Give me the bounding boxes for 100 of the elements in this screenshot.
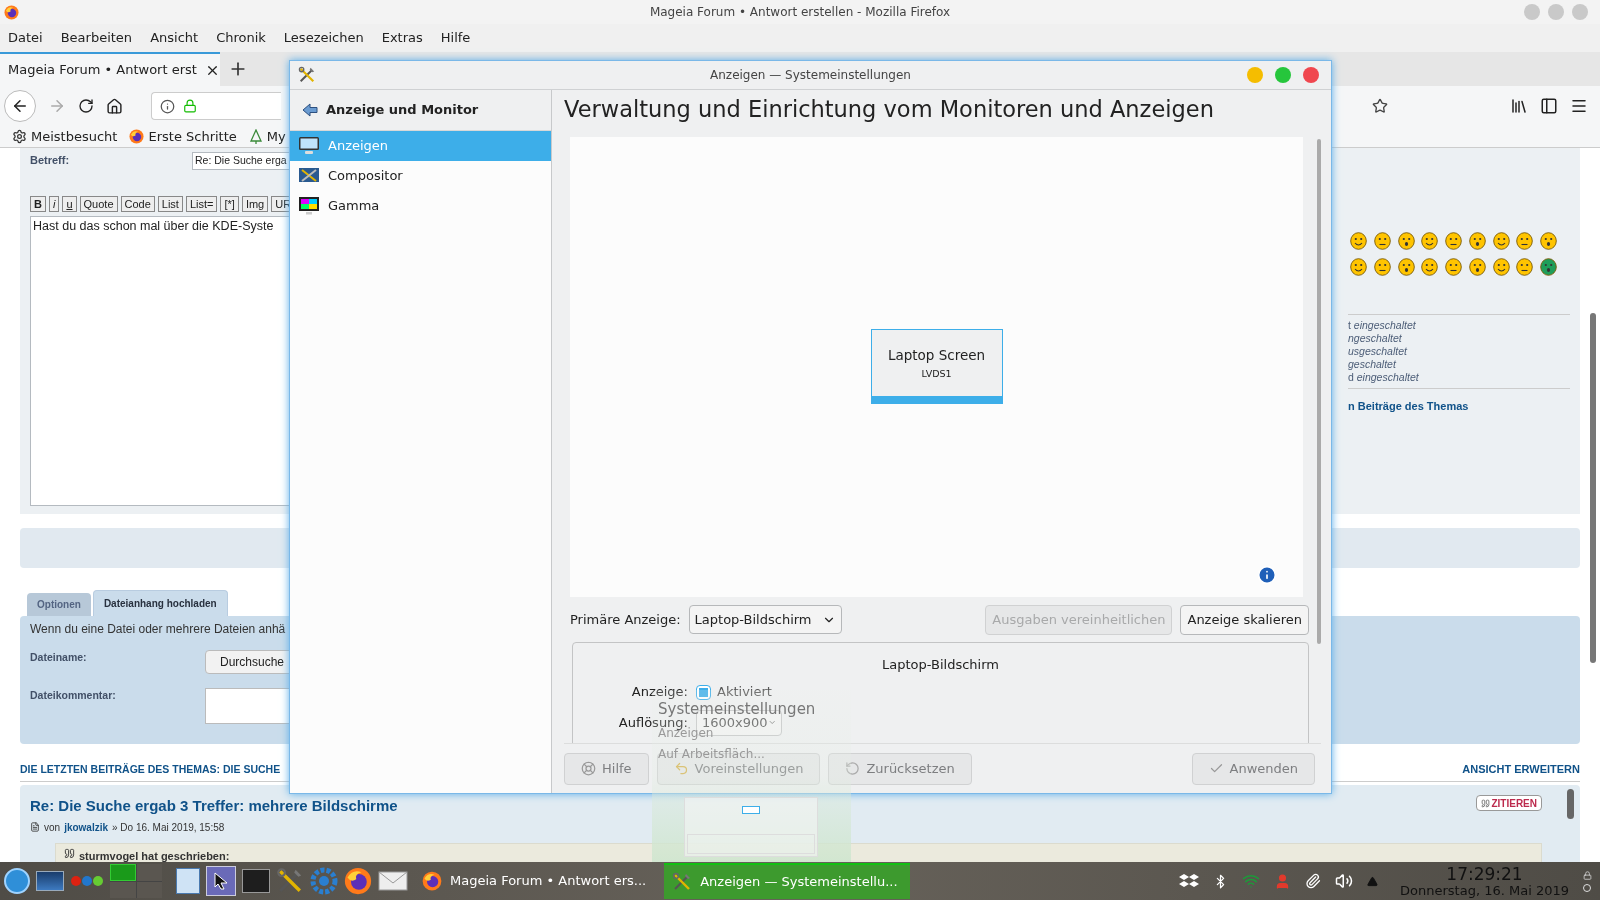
primary-display-select[interactable]: Laptop-Bildschirm <box>688 605 842 635</box>
bookmark-link[interactable]: Meistbesucht <box>12 126 118 147</box>
smiley-icon[interactable] <box>1397 258 1415 276</box>
attachment-hint: Wenn du eine Datei oder mehrere Dateien anhä <box>30 621 286 638</box>
smiley-icon[interactable] <box>1492 232 1510 250</box>
menu-item[interactable]: Chronik <box>216 28 266 48</box>
task-button[interactable]: Mageia Forum • Antwort ers... <box>414 863 659 899</box>
quote-mark-icon <box>1481 798 1491 808</box>
option-text: usgeschaltet <box>1348 345 1409 358</box>
bookmark-link[interactable]: Erste Schritte <box>129 126 237 147</box>
scrollbar-thumb <box>1567 789 1574 819</box>
subject-field[interactable]: Re: Die Suche erga <box>192 152 290 170</box>
option-text: d eingeschaltet <box>1348 371 1420 384</box>
format-button[interactable]: Code <box>120 196 155 212</box>
group-title: Laptop-Bildschirm <box>881 655 1000 674</box>
desktop-icon[interactable] <box>36 871 64 891</box>
sidebar-icon[interactable] <box>1540 97 1558 115</box>
smiley-icon[interactable] <box>1421 258 1439 276</box>
smiley-icon[interactable] <box>1540 232 1558 250</box>
output-connector: LVDS1 <box>921 367 952 382</box>
menu-item[interactable]: Extras <box>381 28 423 48</box>
back-button[interactable] <box>4 90 36 122</box>
format-button[interactable]: Quote <box>79 196 118 212</box>
menu-item[interactable]: Bearbeiten <box>60 28 133 48</box>
terminal-icon[interactable] <box>242 869 270 893</box>
info-icon[interactable] <box>160 98 175 114</box>
panel-tab[interactable]: Dateianhang hochladen <box>92 590 228 616</box>
post-title[interactable]: Re: Die Suche ergab 3 Treffer: mehrere Bildschirme <box>30 795 398 818</box>
menu-item[interactable]: Datei <box>8 28 43 48</box>
sidebar-item[interactable]: Compositor <box>290 161 551 191</box>
lock-icon[interactable] <box>1583 870 1592 880</box>
smiley-icon[interactable] <box>1516 232 1534 250</box>
smiley-icon[interactable] <box>1540 258 1558 276</box>
tree-icon <box>248 129 263 144</box>
section-heading: DIE LETZTEN BEITRÄGE DES THEMAS: DIE SUCHE <box>20 761 281 777</box>
bookmark-link[interactable]: My <box>248 126 286 147</box>
enabled-checkbox[interactable] <box>696 684 711 700</box>
output-tile[interactable]: Laptop Screen LVDS1 <box>870 329 1003 405</box>
lock-icon[interactable] <box>183 99 197 113</box>
smiley-icon[interactable] <box>1350 232 1367 250</box>
field-label: Betreff: <box>30 153 71 168</box>
field-label: Dateikommentar: <box>30 688 117 703</box>
author-link[interactable]: jkowalzik <box>64 819 109 835</box>
menu-icon[interactable] <box>1570 97 1588 115</box>
paperclip-icon[interactable] <box>1305 873 1322 889</box>
task-button[interactable]: Anzeigen — Systemeinstellu... <box>664 863 910 899</box>
menu-item[interactable]: Lesezeichen <box>283 28 364 48</box>
clock-time: 17:29:21 <box>1446 865 1523 883</box>
url-field[interactable] <box>151 92 281 120</box>
field-label: Dateiname: <box>30 650 88 665</box>
back-arrow-icon[interactable] <box>302 103 318 117</box>
tools-icon <box>276 867 304 895</box>
dialog-button[interactable]: Anzeige skalieren <box>1180 604 1309 635</box>
smiley-icon[interactable] <box>1397 232 1415 250</box>
smiley-icon[interactable] <box>1445 258 1463 276</box>
quote-mark-icon <box>64 847 75 859</box>
checkbox-label: Aktiviert <box>717 683 772 702</box>
volume-icon[interactable] <box>1335 872 1354 890</box>
dots-icon[interactable] <box>70 875 104 887</box>
window-title: Mageia Forum • Antwort erstellen - Mozilla Firefox <box>649 4 951 21</box>
format-button[interactable]: B <box>30 196 46 212</box>
app-launcher-icon[interactable] <box>4 868 30 894</box>
format-button[interactable]: List= <box>185 196 218 212</box>
smiley-icon[interactable] <box>1516 258 1534 276</box>
format-button[interactable]: [*] <box>220 196 239 212</box>
format-button[interactable]: u <box>62 196 77 212</box>
smiley-icon[interactable] <box>1373 232 1391 250</box>
expand-link[interactable]: ANSICHT ERWEITERN <box>1462 761 1580 778</box>
expand-tray-icon[interactable] <box>1367 875 1379 887</box>
smiley-icon[interactable] <box>1445 232 1463 250</box>
clock-date: Donnerstag, 16. Mai 2019 <box>1400 883 1569 897</box>
pointer-app-icon[interactable] <box>206 866 236 896</box>
smiley-icon[interactable] <box>1492 258 1510 276</box>
browser-tab[interactable]: Mageia Forum • Antwort erst <box>0 52 220 86</box>
reload-icon[interactable] <box>78 98 94 114</box>
panel-tab[interactable]: Optionen <box>27 593 91 616</box>
smiley-icon[interactable] <box>1373 258 1391 276</box>
format-button[interactable]: List <box>157 196 183 212</box>
dropbox-icon[interactable] <box>1179 873 1200 889</box>
library-icon[interactable] <box>1510 97 1528 115</box>
file-manager-icon[interactable] <box>176 868 200 894</box>
topic-link[interactable]: n Beiträge des Themas <box>1348 400 1469 412</box>
smiley-icon[interactable] <box>1468 258 1486 276</box>
menu-item[interactable]: Ansicht <box>150 28 199 48</box>
menu-item[interactable]: Hilfe <box>440 28 471 48</box>
cite-button[interactable]: ZITIEREN <box>1476 795 1542 811</box>
format-button[interactable]: Img <box>241 196 269 212</box>
close-button[interactable] <box>1303 67 1319 83</box>
help-icon <box>581 761 596 776</box>
smiley-icon[interactable] <box>1421 232 1439 250</box>
firefox-icon <box>422 871 442 891</box>
smiley-icon[interactable] <box>1468 232 1486 250</box>
quote-author: sturmvogel hat geschrieben: <box>79 848 230 862</box>
gamma-icon <box>298 196 320 216</box>
star-icon[interactable] <box>1372 98 1388 114</box>
smiley-icon[interactable] <box>1350 258 1367 276</box>
mail-icon[interactable] <box>378 869 408 893</box>
desktop-pager[interactable] <box>110 864 162 898</box>
format-button[interactable]: i <box>48 196 60 212</box>
home-icon[interactable] <box>106 97 123 115</box>
